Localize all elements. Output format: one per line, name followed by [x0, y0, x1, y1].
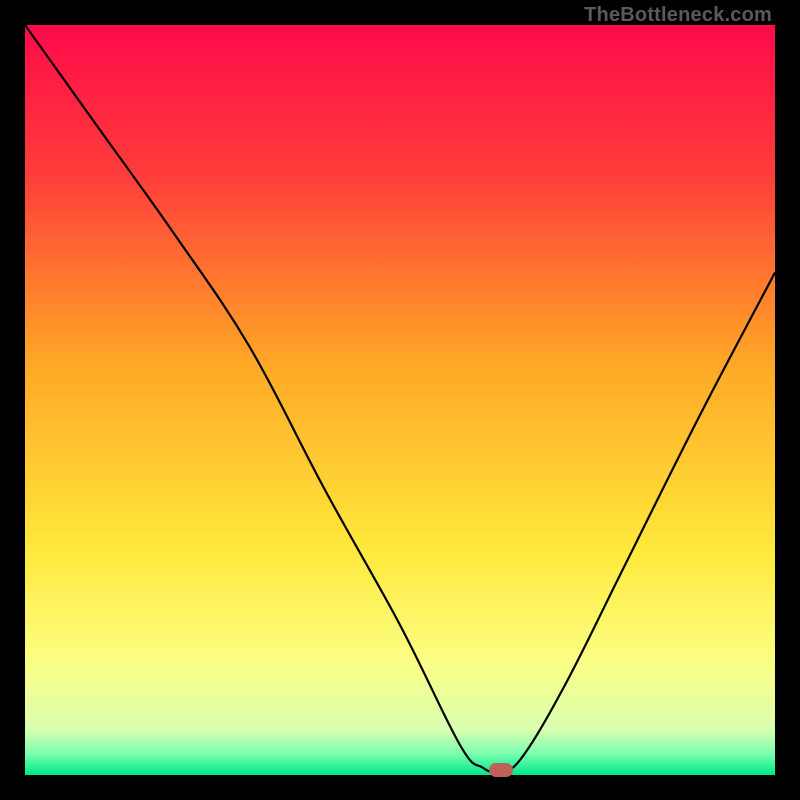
plot-area	[25, 25, 775, 775]
bottleneck-chart: TheBottleneck.com	[0, 0, 800, 800]
bottleneck-curve	[25, 25, 775, 772]
watermark-text: TheBottleneck.com	[584, 4, 772, 27]
curve-layer	[25, 25, 775, 775]
optimal-point-marker	[489, 763, 513, 777]
